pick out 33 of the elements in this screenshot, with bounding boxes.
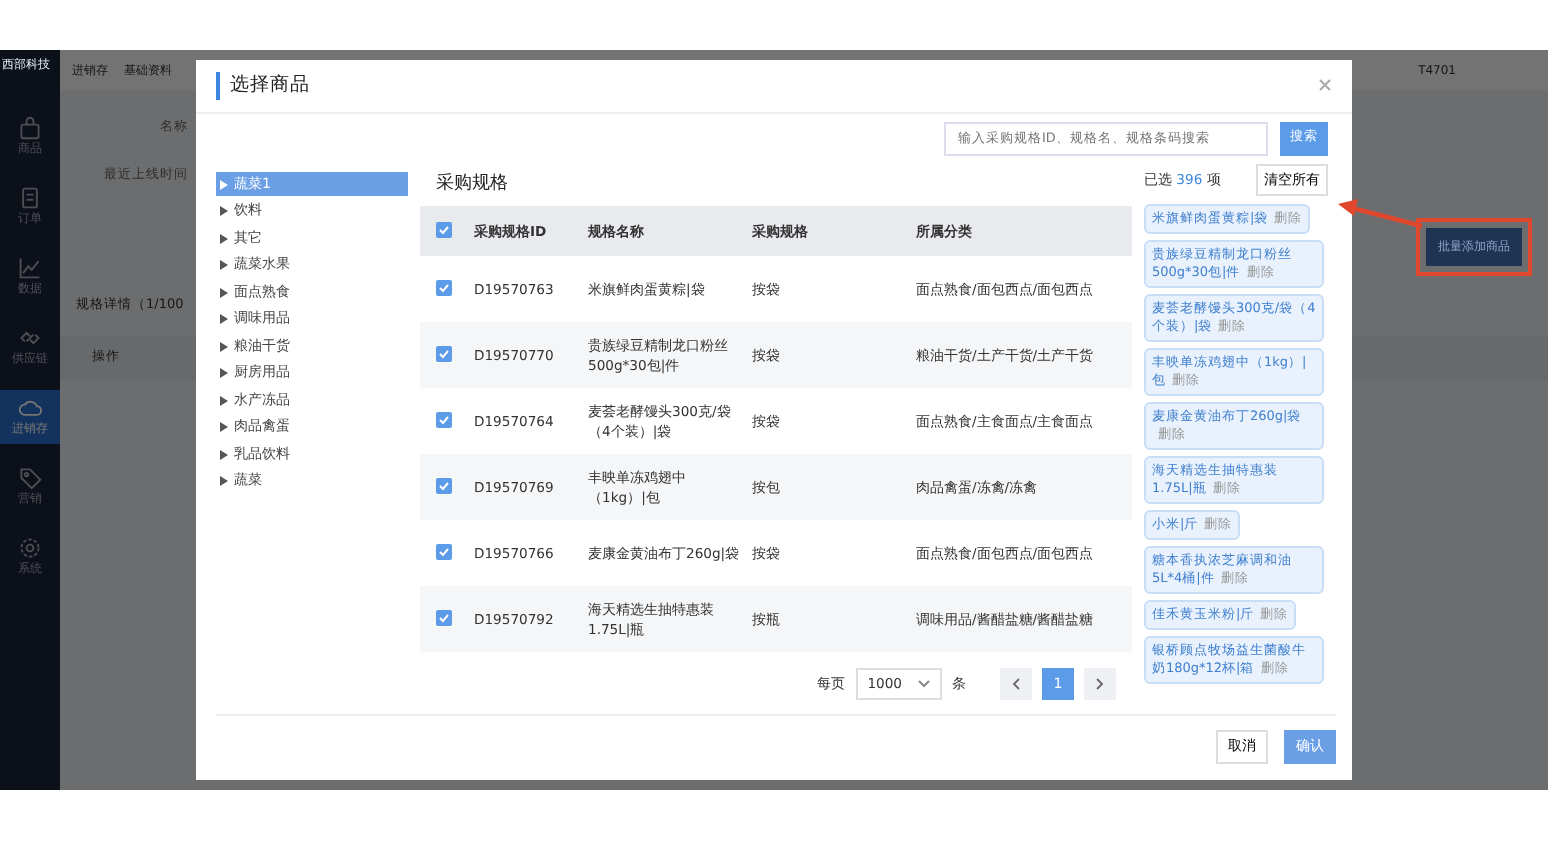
bag-icon <box>18 116 42 140</box>
chain-link-icon <box>18 326 42 350</box>
document-icon <box>18 186 42 210</box>
chevron-right-icon <box>1096 678 1104 691</box>
checkbox[interactable] <box>436 411 452 428</box>
expand-caret-icon <box>220 233 228 244</box>
chevron-left-icon <box>1012 678 1020 691</box>
checkbox[interactable] <box>436 221 452 238</box>
cloud-icon <box>18 396 42 420</box>
expand-caret-icon <box>220 341 228 352</box>
expand-caret-icon <box>220 395 228 406</box>
dialog-title: 选择商品 <box>216 71 310 101</box>
expand-caret-icon <box>220 476 228 487</box>
previous-page-button[interactable] <box>1000 668 1032 701</box>
chevron-down-icon <box>918 680 930 689</box>
next-page-button[interactable] <box>1084 668 1116 701</box>
section-title: 采购规格 <box>434 171 510 198</box>
expand-caret-icon <box>220 422 228 433</box>
expand-caret-icon <box>220 179 228 190</box>
checkbox[interactable] <box>436 279 452 296</box>
checkbox[interactable] <box>436 609 452 626</box>
line-chart-icon <box>18 256 42 280</box>
expand-caret-icon <box>220 206 228 217</box>
tag-icon <box>18 466 42 490</box>
expand-caret-icon <box>220 287 228 298</box>
gear-icon <box>18 536 42 560</box>
checkbox[interactable] <box>436 345 452 362</box>
expand-caret-icon <box>220 449 228 460</box>
checkbox[interactable] <box>436 543 452 560</box>
expand-caret-icon <box>220 314 228 325</box>
expand-caret-icon <box>220 260 228 271</box>
checkbox[interactable] <box>436 477 452 494</box>
expand-caret-icon <box>220 368 228 379</box>
